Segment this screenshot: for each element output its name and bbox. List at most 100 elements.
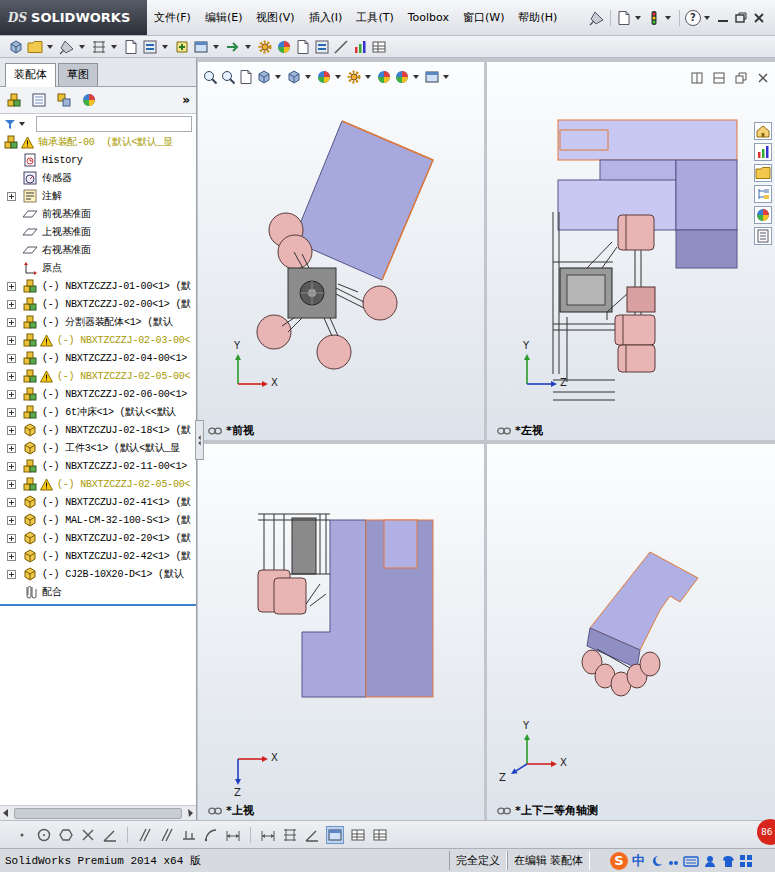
dropdown-arrow[interactable]	[365, 75, 371, 79]
tree-item[interactable]: (-) NBXTZCZZJ-02-00<1> (默	[0, 295, 196, 313]
task-chart-icon[interactable]	[754, 143, 772, 161]
tree-item[interactable]: 右视基准面	[0, 241, 196, 259]
menu-item[interactable]: 工具(T)	[355, 8, 394, 27]
sketch-ang-icon[interactable]	[102, 827, 118, 843]
sketch-table-icon[interactable]	[350, 827, 366, 843]
expand-icon[interactable]	[7, 336, 16, 345]
annotation-icon[interactable]	[22, 188, 38, 204]
assembly-icon[interactable]	[22, 404, 38, 420]
toolbar-opts-icon[interactable]	[314, 39, 330, 55]
part-icon[interactable]	[22, 440, 38, 456]
model-figure[interactable]	[198, 444, 484, 820]
filter-icon[interactable]	[4, 118, 16, 130]
dropdown-arrow[interactable]	[245, 45, 251, 49]
configuration-manager-icon[interactable]	[56, 92, 72, 108]
origin-icon[interactable]	[22, 260, 38, 276]
menu-item[interactable]: 窗口(W)	[462, 8, 505, 27]
assembly-icon[interactable]	[22, 368, 38, 384]
part-icon[interactable]	[22, 566, 38, 582]
scroll-thumb[interactable]	[14, 808, 182, 819]
menu-item[interactable]: 视图(V)	[255, 8, 295, 27]
tree-item[interactable]: (-) NBXTZCZUJ-02-41<1> (默	[0, 493, 196, 511]
tree-item[interactable]: 原点	[0, 259, 196, 277]
view-mag-icon[interactable]	[220, 69, 236, 85]
toolbar-cube-icon[interactable]	[8, 39, 24, 55]
sketch-dim-icon[interactable]	[260, 827, 276, 843]
skin-icon[interactable]	[721, 854, 735, 868]
dropdown-arrow[interactable]	[704, 16, 710, 20]
viewport-label[interactable]: *左视	[487, 423, 775, 440]
toolbar-box3-icon[interactable]	[193, 39, 209, 55]
task-treei-icon[interactable]	[754, 185, 772, 203]
sketch-hex-icon[interactable]	[58, 827, 74, 843]
dropdown-arrow[interactable]	[413, 75, 419, 79]
tree-item[interactable]: 上视基准面	[0, 223, 196, 241]
tree-item[interactable]: 传感器	[0, 169, 196, 187]
toolbar-chart-icon[interactable]	[352, 39, 368, 55]
panel-tab[interactable]: 草图	[58, 63, 98, 86]
assembly-icon[interactable]	[22, 332, 38, 348]
toolbar-page-icon[interactable]	[123, 39, 139, 55]
expand-icon[interactable]	[7, 318, 16, 327]
sketch-arc-icon[interactable]	[203, 827, 219, 843]
expand-icon[interactable]	[7, 282, 16, 291]
ime-logo[interactable]: S	[610, 852, 628, 870]
dropdown-arrow[interactable]	[275, 75, 281, 79]
plane-icon[interactable]	[22, 224, 38, 240]
view-sphere-icon[interactable]	[316, 69, 332, 85]
toolbar-gear-icon[interactable]	[257, 39, 273, 55]
part-icon[interactable]	[22, 422, 38, 438]
toolbox-icon[interactable]	[739, 854, 753, 868]
tree-item[interactable]: 配合	[0, 583, 196, 601]
expand-icon[interactable]	[7, 516, 16, 525]
close-icon[interactable]	[751, 10, 767, 26]
assembly-icon[interactable]	[22, 350, 38, 366]
view-mag-icon[interactable]	[202, 69, 218, 85]
assembly-icon[interactable]	[22, 386, 38, 402]
assembly-icon[interactable]	[22, 278, 38, 294]
sketch-trim-icon[interactable]	[181, 827, 197, 843]
part-icon[interactable]	[22, 548, 38, 564]
assembly-icon[interactable]	[3, 134, 19, 150]
sketch-table-icon[interactable]	[372, 827, 388, 843]
toolbar-folder-icon[interactable]	[27, 39, 43, 55]
expand-icon[interactable]	[7, 300, 16, 309]
toolbar-grid-icon[interactable]	[91, 39, 107, 55]
assembly-icon[interactable]	[22, 476, 38, 492]
sketch-dot-icon[interactable]	[14, 827, 30, 843]
tile-vertical-icon[interactable]	[713, 72, 725, 84]
tree-root[interactable]: 轴承装配-00 (默认<默认_显	[0, 133, 196, 151]
menu-item[interactable]: 文件(F)	[153, 8, 192, 27]
dropdown-arrow[interactable]	[665, 16, 671, 20]
display-manager-icon[interactable]	[81, 92, 97, 108]
tree-item[interactable]: History	[0, 151, 196, 169]
view-page-icon[interactable]	[238, 69, 254, 85]
view-link-icon[interactable]	[208, 427, 222, 435]
toolbar-sphere-icon[interactable]	[276, 39, 292, 55]
help-button[interactable]: ?	[685, 10, 701, 26]
expand-icon[interactable]	[7, 552, 16, 561]
tree-item[interactable]: (-) CJ2B-10X20-D<1> (默认	[0, 565, 196, 583]
ime-mode[interactable]: 中	[632, 852, 645, 870]
view-box3-icon[interactable]	[424, 69, 440, 85]
viewport[interactable]: YXZ*上下二等角轴测	[487, 444, 775, 820]
viewport-label[interactable]: *上视	[198, 803, 484, 820]
minimize-icon[interactable]	[715, 10, 731, 26]
scroll-right-icon[interactable]	[184, 807, 196, 819]
tree-item[interactable]: (-) NBXTZCZZJ-02-11-00<1>	[0, 457, 196, 475]
tree-item[interactable]: 前视基准面	[0, 205, 196, 223]
sketch-ang-icon[interactable]	[304, 827, 320, 843]
view-gear-icon[interactable]	[346, 69, 362, 85]
view-sphere-icon[interactable]	[394, 69, 410, 85]
restore-view-icon[interactable]	[735, 72, 747, 84]
menu-item[interactable]: 编辑(E)	[204, 8, 244, 27]
sketch-dim-icon[interactable]	[225, 827, 241, 843]
view-sphere-icon[interactable]	[376, 69, 392, 85]
toolbar-pin-icon[interactable]	[59, 39, 75, 55]
expand-icon[interactable]	[7, 354, 16, 363]
expand-icon[interactable]	[7, 372, 16, 381]
toolbar-rebuild-icon[interactable]	[174, 39, 190, 55]
part-icon[interactable]	[22, 530, 38, 546]
expand-icon[interactable]	[7, 444, 16, 453]
expand-icon[interactable]	[7, 480, 16, 489]
